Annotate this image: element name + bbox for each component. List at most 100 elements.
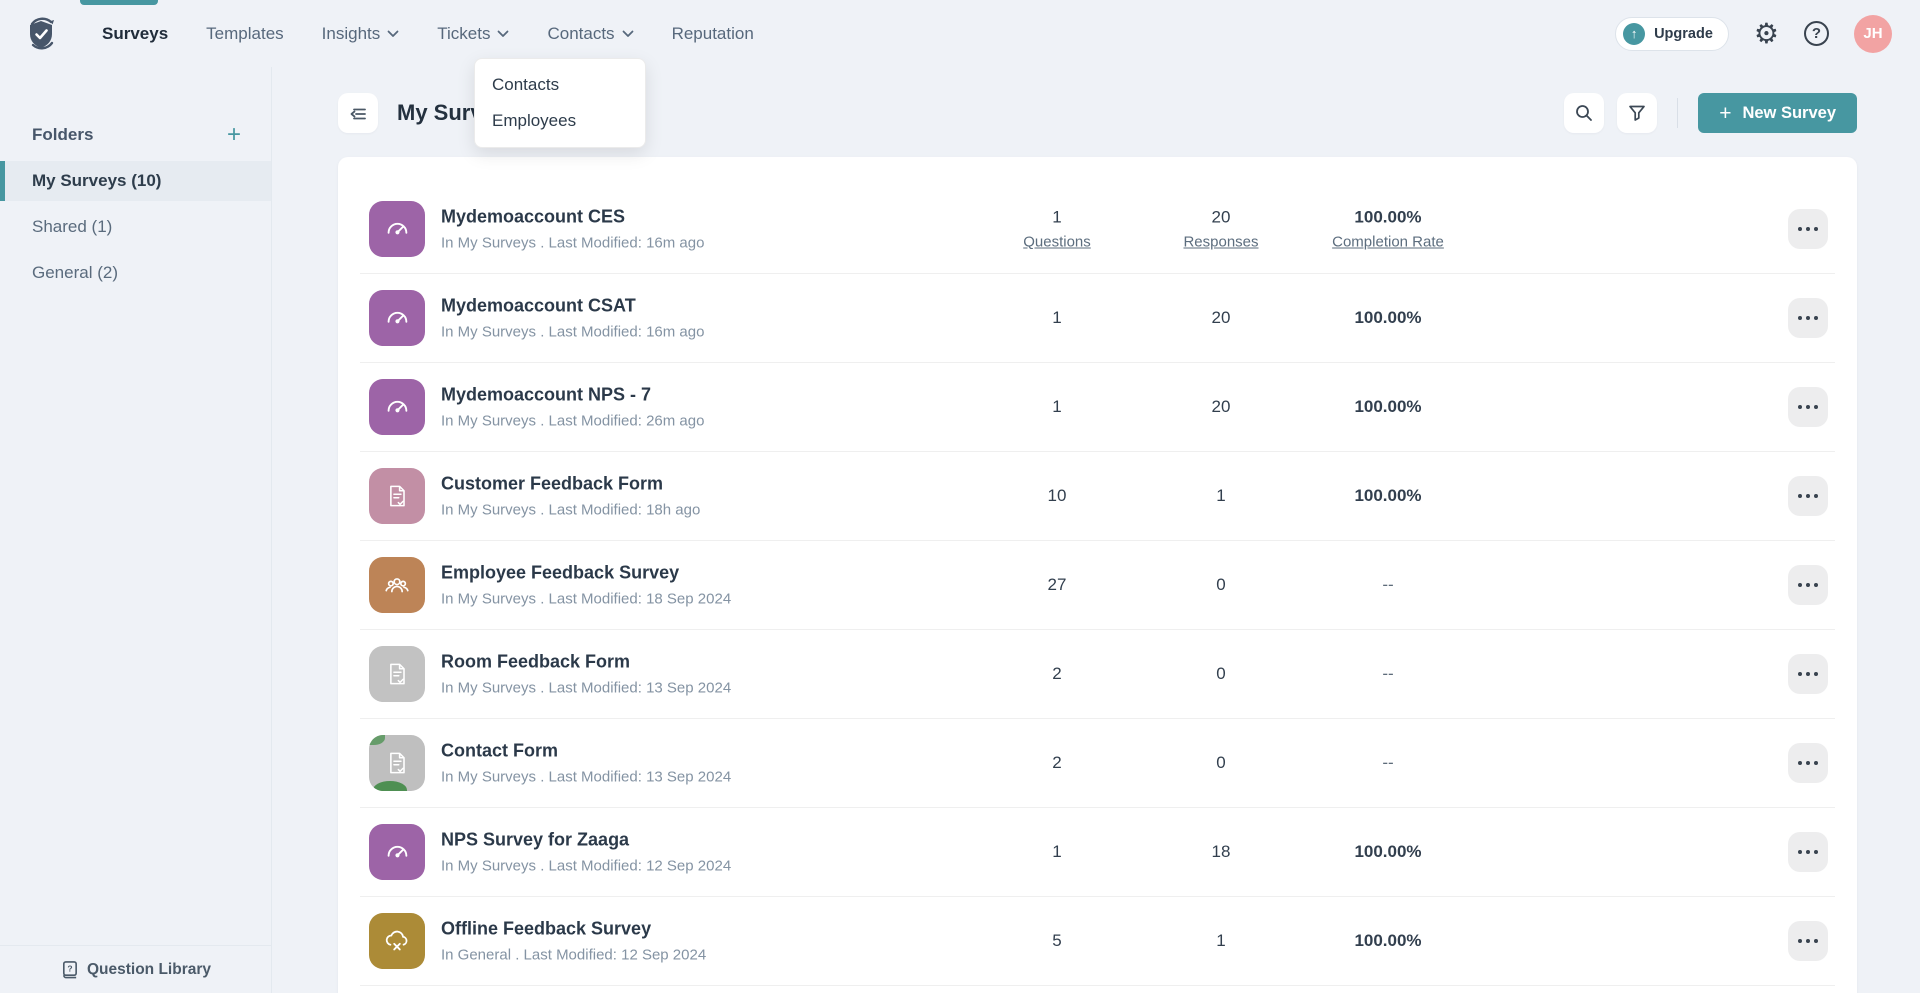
svg-text:?: ? (67, 963, 72, 973)
doc-check-icon[interactable] (369, 646, 425, 702)
survey-row: Mydemoaccount NPS - 7 In My Surveys . La… (360, 363, 1835, 452)
survey-name: Room Feedback Form (441, 652, 731, 673)
search-icon (1573, 102, 1595, 124)
row-actions-button[interactable] (1788, 921, 1828, 961)
questions-stat: 2 (1052, 664, 1061, 684)
people-icon[interactable] (369, 557, 425, 613)
responses-count: 20 (1212, 397, 1231, 417)
stat-label-c[interactable]: Completion Rate (1332, 234, 1444, 251)
responses-count: 1 (1216, 931, 1225, 951)
questions-count: 1 (1052, 397, 1061, 417)
sidebar-folder-general-2[interactable]: General (2) (0, 253, 271, 293)
survey-meta: In My Surveys . Last Modified: 12 Sep 20… (441, 858, 731, 875)
contacts-dropdown-menu: ContactsEmployees (474, 58, 646, 148)
responses-count: 0 (1216, 753, 1225, 773)
dropdown-item-contacts[interactable]: Contacts (475, 67, 645, 103)
ellipsis-icon (1798, 850, 1818, 854)
top-navigation: Surveys Templates Insights Tickets Contacts R… (0, 0, 1920, 67)
survey-info[interactable]: Employee Feedback Survey In My Surveys .… (441, 563, 731, 608)
cloud-offline-icon[interactable] (369, 913, 425, 969)
app-logo-icon[interactable] (24, 14, 60, 54)
ellipsis-icon (1798, 316, 1818, 320)
completion-rate: -- (1382, 575, 1393, 595)
stat-label-r[interactable]: Responses (1183, 234, 1258, 251)
collapse-sidebar-button[interactable] (338, 93, 378, 133)
survey-info[interactable]: Mydemoaccount CSAT In My Surveys . Last … (441, 296, 704, 341)
doc-check-icon[interactable] (369, 735, 425, 791)
row-actions-button[interactable] (1788, 387, 1828, 427)
responses-count: 18 (1212, 842, 1231, 862)
nav-item-surveys[interactable]: Surveys (102, 24, 168, 44)
survey-info[interactable]: Customer Feedback Form In My Surveys . L… (441, 474, 700, 519)
completion-stat: 100.00% (1354, 931, 1421, 951)
survey-row: Offline Feedback Survey In General . Las… (360, 897, 1835, 986)
nav-item-reputation[interactable]: Reputation (672, 24, 754, 44)
search-button[interactable] (1564, 93, 1604, 133)
survey-info[interactable]: Mydemoaccount CES In My Surveys . Last M… (441, 207, 704, 252)
stat-label-q[interactable]: Questions (1023, 234, 1091, 251)
user-avatar[interactable]: JH (1854, 15, 1892, 53)
completion-rate: -- (1382, 664, 1393, 684)
survey-info[interactable]: Room Feedback Form In My Surveys . Last … (441, 652, 731, 697)
doc-check-icon[interactable] (369, 468, 425, 524)
settings-gear-icon[interactable]: ⚙ (1754, 20, 1779, 48)
chevron-down-icon (622, 30, 634, 38)
row-actions-button[interactable] (1788, 743, 1828, 783)
questions-stat: 5 (1052, 931, 1061, 951)
questions-stat: 1 (1052, 308, 1061, 328)
add-folder-button[interactable]: + (227, 123, 241, 147)
completion-stat: 100.00% (1354, 486, 1421, 506)
survey-name: Mydemoaccount CES (441, 207, 704, 228)
question-library-button[interactable]: ? Question Library (0, 945, 271, 993)
nav-item-tickets[interactable]: Tickets (437, 24, 509, 44)
sidebar-folder-my-surveys-10[interactable]: My Surveys (10) (0, 161, 271, 201)
nav-item-insights[interactable]: Insights (322, 24, 400, 44)
completion-rate: 100.00% (1354, 842, 1421, 862)
survey-name: Contact Form (441, 741, 731, 762)
dropdown-item-employees[interactable]: Employees (475, 103, 645, 139)
survey-info[interactable]: Contact Form In My Surveys . Last Modifi… (441, 741, 731, 786)
help-icon[interactable]: ? (1804, 21, 1829, 46)
new-survey-button[interactable]: + New Survey (1698, 93, 1857, 133)
row-actions-button[interactable] (1788, 298, 1828, 338)
sidebar-folder-shared-1[interactable]: Shared (1) (0, 207, 271, 247)
photo-decor (373, 781, 407, 791)
responses-stat: 1 (1216, 486, 1225, 506)
row-actions-button[interactable] (1788, 209, 1828, 249)
upgrade-button[interactable]: ↑ Upgrade (1615, 17, 1729, 51)
survey-info[interactable]: NPS Survey for Zaaga In My Surveys . Las… (441, 830, 731, 875)
survey-list-card: Mydemoaccount CES In My Surveys . Last M… (338, 157, 1857, 993)
nav-item-templates[interactable]: Templates (206, 24, 283, 44)
folders-header: Folders (32, 125, 93, 145)
folders-sidebar: Folders + My Surveys (10) Shared (1) Gener… (0, 67, 272, 993)
ellipsis-icon (1798, 227, 1818, 231)
responses-count: 20 (1212, 308, 1231, 328)
ellipsis-icon (1798, 672, 1818, 676)
row-actions-button[interactable] (1788, 565, 1828, 605)
gauge-icon[interactable] (369, 379, 425, 435)
survey-name: Mydemoaccount NPS - 7 (441, 385, 704, 406)
gauge-icon[interactable] (369, 201, 425, 257)
completion-stat: -- (1382, 575, 1393, 595)
question-library-label: Question Library (87, 961, 211, 979)
survey-meta: In My Surveys . Last Modified: 16m ago (441, 324, 704, 341)
row-actions-button[interactable] (1788, 476, 1828, 516)
row-actions-button[interactable] (1788, 832, 1828, 872)
questions-stat: 10 (1048, 486, 1067, 506)
responses-stat: 0 (1216, 664, 1225, 684)
row-actions-button[interactable] (1788, 654, 1828, 694)
filter-button[interactable] (1617, 93, 1657, 133)
gauge-icon[interactable] (369, 290, 425, 346)
survey-name: NPS Survey for Zaaga (441, 830, 731, 851)
survey-name: Customer Feedback Form (441, 474, 700, 495)
responses-count: 0 (1216, 664, 1225, 684)
gauge-icon[interactable] (369, 824, 425, 880)
survey-info[interactable]: Mydemoaccount NPS - 7 In My Surveys . La… (441, 385, 704, 430)
survey-info[interactable]: Offline Feedback Survey In General . Las… (441, 919, 706, 964)
chevron-down-icon (497, 30, 509, 38)
survey-meta: In My Surveys . Last Modified: 18 Sep 20… (441, 591, 731, 608)
nav-item-contacts[interactable]: Contacts (547, 24, 633, 44)
questions-stat: 1 (1052, 397, 1061, 417)
photo-decor (369, 735, 385, 745)
completion-stat: -- (1382, 753, 1393, 773)
